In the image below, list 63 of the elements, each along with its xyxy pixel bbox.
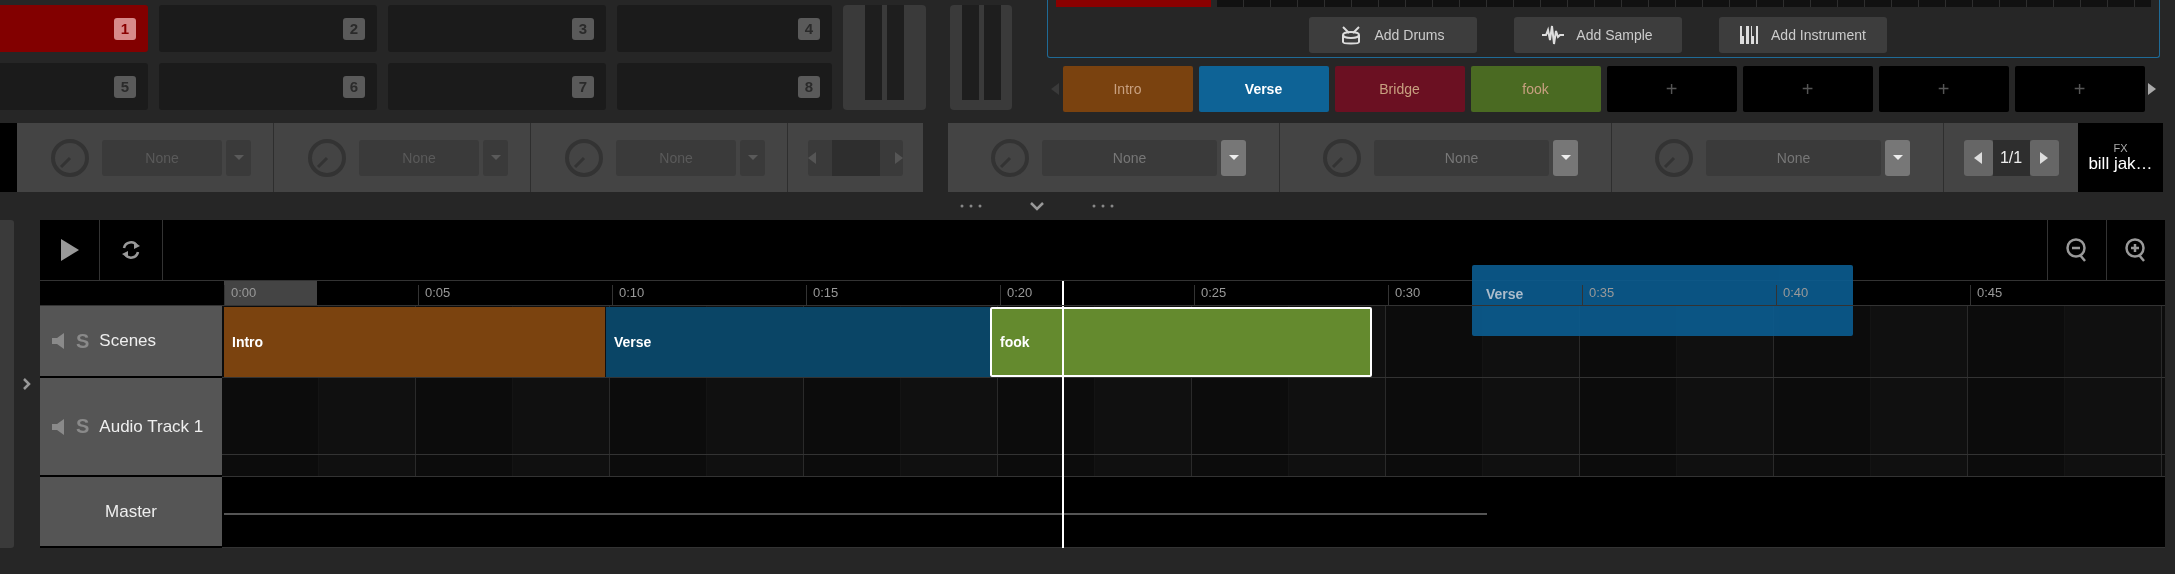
pad[interactable]: 1: [0, 5, 148, 52]
caret-icon: [1560, 155, 1571, 160]
ruler-label: 0:30: [1388, 285, 1421, 305]
ruler-label: 0:20: [1000, 285, 1033, 305]
caret-icon: [233, 155, 244, 160]
add-scene-button[interactable]: +: [1742, 66, 1873, 112]
scroll-right-icon: [2148, 83, 2157, 95]
add-button[interactable]: Add Sample: [1513, 17, 1682, 53]
waveform-icon: [1542, 25, 1565, 45]
panel-edge: [0, 123, 17, 192]
play-icon: [60, 239, 79, 261]
device-dropdown[interactable]: None: [1042, 139, 1217, 176]
fx-panel[interactable]: FX bill jak…: [2078, 123, 2163, 192]
next-page-button[interactable]: [2029, 139, 2059, 176]
track-header[interactable]: Master: [40, 477, 222, 548]
left-arrow-icon: [1974, 151, 1982, 164]
scene-slot[interactable]: Bridge: [1334, 66, 1465, 112]
previous-page-button[interactable]: [1963, 139, 1993, 176]
add-scene-button[interactable]: +: [2014, 66, 2145, 112]
right-arrow-icon: [2040, 151, 2048, 164]
zoom-in-icon: [2124, 237, 2148, 263]
caret-icon: [747, 155, 758, 160]
scene-clip[interactable]: Verse: [606, 307, 990, 377]
dropdown-button[interactable]: [1553, 139, 1578, 176]
add-button[interactable]: Add Drums: [1308, 17, 1477, 53]
scene-slot[interactable]: fook: [1470, 66, 1601, 112]
caret-icon: [1228, 155, 1239, 160]
dropdown-button[interactable]: [1221, 139, 1246, 176]
drag-handle-icon[interactable]: [1092, 203, 1114, 209]
add-scene-button[interactable]: +: [1606, 66, 1737, 112]
ruler-label: 0:15: [806, 285, 839, 305]
device-dropdown[interactable]: None: [1374, 139, 1549, 176]
right-arrow-icon: [895, 151, 903, 164]
piano-icon: [1739, 25, 1760, 45]
chevron-down-icon[interactable]: [1030, 201, 1044, 211]
fx-label: FX: [2113, 141, 2128, 154]
page-indicator: 1/1: [1992, 139, 2030, 176]
fx-name: bill jak…: [2088, 153, 2153, 174]
scene-clip[interactable]: fook: [990, 307, 1372, 377]
ruler-label: 0:00: [224, 285, 257, 305]
caret-icon: [490, 155, 501, 160]
ruler-label: 0:45: [1970, 285, 2003, 305]
pad-number: 1: [114, 17, 136, 40]
left-arrow-icon: [808, 151, 816, 164]
track-name: Master: [105, 501, 157, 522]
dropdown-button[interactable]: [1885, 139, 1910, 176]
track-name: Audio Track 1: [99, 416, 204, 437]
drag-handle-icon[interactable]: [960, 203, 982, 209]
caret-icon: [1892, 155, 1903, 160]
drum-icon: [1340, 25, 1363, 45]
ruler-label: 0:10: [612, 285, 645, 305]
ruler-label: 0:25: [1194, 285, 1227, 305]
device-dropdown[interactable]: None: [1706, 139, 1881, 176]
add-scene-button[interactable]: +: [1878, 66, 2009, 112]
ruler-label: 0:05: [418, 285, 451, 305]
chevron-right-icon[interactable]: [23, 378, 31, 390]
loop-icon: [120, 239, 142, 261]
track-name: Scenes: [99, 331, 157, 351]
scene-slot[interactable]: Verse: [1198, 66, 1329, 112]
scene-clip[interactable]: Intro: [224, 307, 605, 377]
scene-slot[interactable]: Intro: [1062, 66, 1193, 112]
add-button[interactable]: Add Instrument: [1718, 17, 1887, 53]
zoom-out-icon: [2065, 237, 2089, 263]
